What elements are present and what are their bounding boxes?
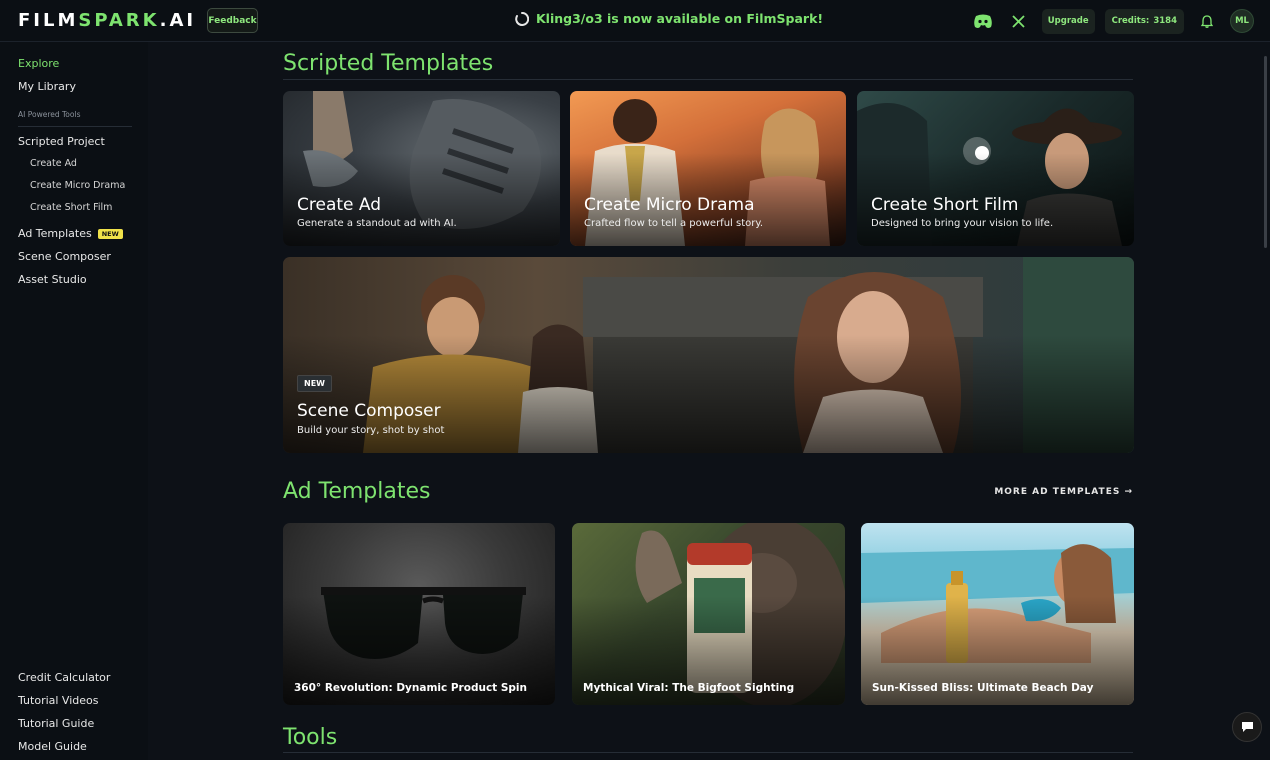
tools-title: Tools [283, 725, 338, 750]
sidebar-item-create-micro-drama[interactable]: Create Micro Drama [30, 180, 125, 191]
sidebar-item-asset-studio[interactable]: Asset Studio [18, 273, 87, 286]
main-content: Scripted Templates Create Ad Generate a … [148, 42, 1258, 760]
ad-template-card[interactable]: Sun-Kissed Bliss: Ultimate Beach Day [861, 523, 1134, 705]
card-title: Scene Composer [297, 401, 441, 421]
announcement-text: Kling3/o3 is now available on FilmSpark! [536, 11, 824, 26]
sidebar-divider [18, 126, 132, 127]
discord-icon[interactable] [970, 8, 996, 34]
sidebar-item-scripted-project[interactable]: Scripted Project [18, 135, 105, 148]
filmspark-logo[interactable]: FILMSPARK.AI [18, 10, 196, 31]
sidebar-section-ai-tools: AI Powered Tools [18, 110, 81, 119]
top-bar: FILMSPARK.AI Feedback Kling3/o3 is now a… [0, 0, 1270, 42]
announcement-banner: Kling3/o3 is now available on FilmSpark! [515, 11, 823, 26]
new-badge: NEW [97, 229, 123, 239]
card-subtitle: Build your story, shot by shot [297, 425, 445, 436]
create-ad-card[interactable]: Create Ad Generate a standout ad with AI… [283, 91, 560, 246]
credits-display[interactable]: Credits: 3184 [1104, 8, 1184, 34]
new-badge: NEW [297, 375, 332, 392]
top-right-controls: Upgrade Credits: 3184 ML [970, 8, 1254, 34]
sidebar-item-explore[interactable]: Explore [18, 57, 59, 70]
sidebar-item-credit-calculator[interactable]: Credit Calculator [18, 671, 110, 684]
chat-support-button[interactable] [1232, 712, 1262, 742]
scripted-templates-title: Scripted Templates [283, 51, 494, 76]
card-title: Create Ad [297, 195, 382, 215]
sidebar-item-my-library[interactable]: My Library [18, 80, 76, 93]
credits-value: 3184 [1153, 16, 1177, 26]
card-title: Create Micro Drama [584, 195, 755, 215]
sidebar-item-label: Ad Templates [18, 227, 92, 240]
chat-icon [1241, 722, 1253, 732]
sidebar-item-tutorial-videos[interactable]: Tutorial Videos [18, 694, 99, 707]
sidebar-item-scene-composer[interactable]: Scene Composer [18, 250, 111, 263]
ad-template-card[interactable]: 360° Revolution: Dynamic Product Spin [283, 523, 555, 705]
feedback-button[interactable]: Feedback [207, 8, 258, 33]
sidebar-item-tutorial-guide[interactable]: Tutorial Guide [18, 717, 94, 730]
ad-templates-title: Ad Templates [283, 479, 431, 504]
card-subtitle: Crafted flow to tell a powerful story. [584, 218, 764, 229]
sidebar-item-model-guide[interactable]: Model Guide [18, 740, 87, 753]
ad-template-card[interactable]: Mythical Viral: The Bigfoot Sighting [572, 523, 845, 705]
scene-composer-card[interactable]: NEW Scene Composer Build your story, sho… [283, 257, 1134, 453]
section-divider [283, 752, 1133, 753]
create-micro-drama-card[interactable]: Create Micro Drama Crafted flow to tell … [570, 91, 846, 246]
card-subtitle: Generate a standout ad with AI. [297, 218, 457, 229]
sidebar: Explore My Library AI Powered Tools Scri… [0, 42, 148, 760]
card-title: Create Short Film [871, 195, 1019, 215]
ad-template-label: Mythical Viral: The Bigfoot Sighting [583, 682, 795, 694]
card-subtitle: Designed to bring your vision to life. [871, 218, 1054, 229]
kling-logo-icon [515, 11, 529, 26]
create-short-film-card[interactable]: Create Short Film Designed to bring your… [857, 91, 1134, 246]
section-divider [283, 79, 1133, 80]
more-ad-templates-link[interactable]: MORE AD TEMPLATES → [994, 487, 1133, 497]
upgrade-button[interactable]: Upgrade [1041, 8, 1095, 34]
x-twitter-icon[interactable] [1006, 8, 1032, 34]
bell-icon[interactable] [1194, 8, 1220, 34]
sidebar-item-create-ad[interactable]: Create Ad [30, 158, 77, 169]
sidebar-item-ad-templates[interactable]: Ad Templates NEW [18, 227, 123, 240]
credits-label: Credits: [1111, 16, 1150, 26]
ad-template-label: Sun-Kissed Bliss: Ultimate Beach Day [872, 682, 1094, 694]
ad-template-label: 360° Revolution: Dynamic Product Spin [294, 682, 527, 694]
sidebar-item-create-short-film[interactable]: Create Short Film [30, 202, 112, 213]
scrollbar[interactable] [1264, 56, 1267, 248]
user-avatar[interactable]: ML [1230, 9, 1254, 33]
